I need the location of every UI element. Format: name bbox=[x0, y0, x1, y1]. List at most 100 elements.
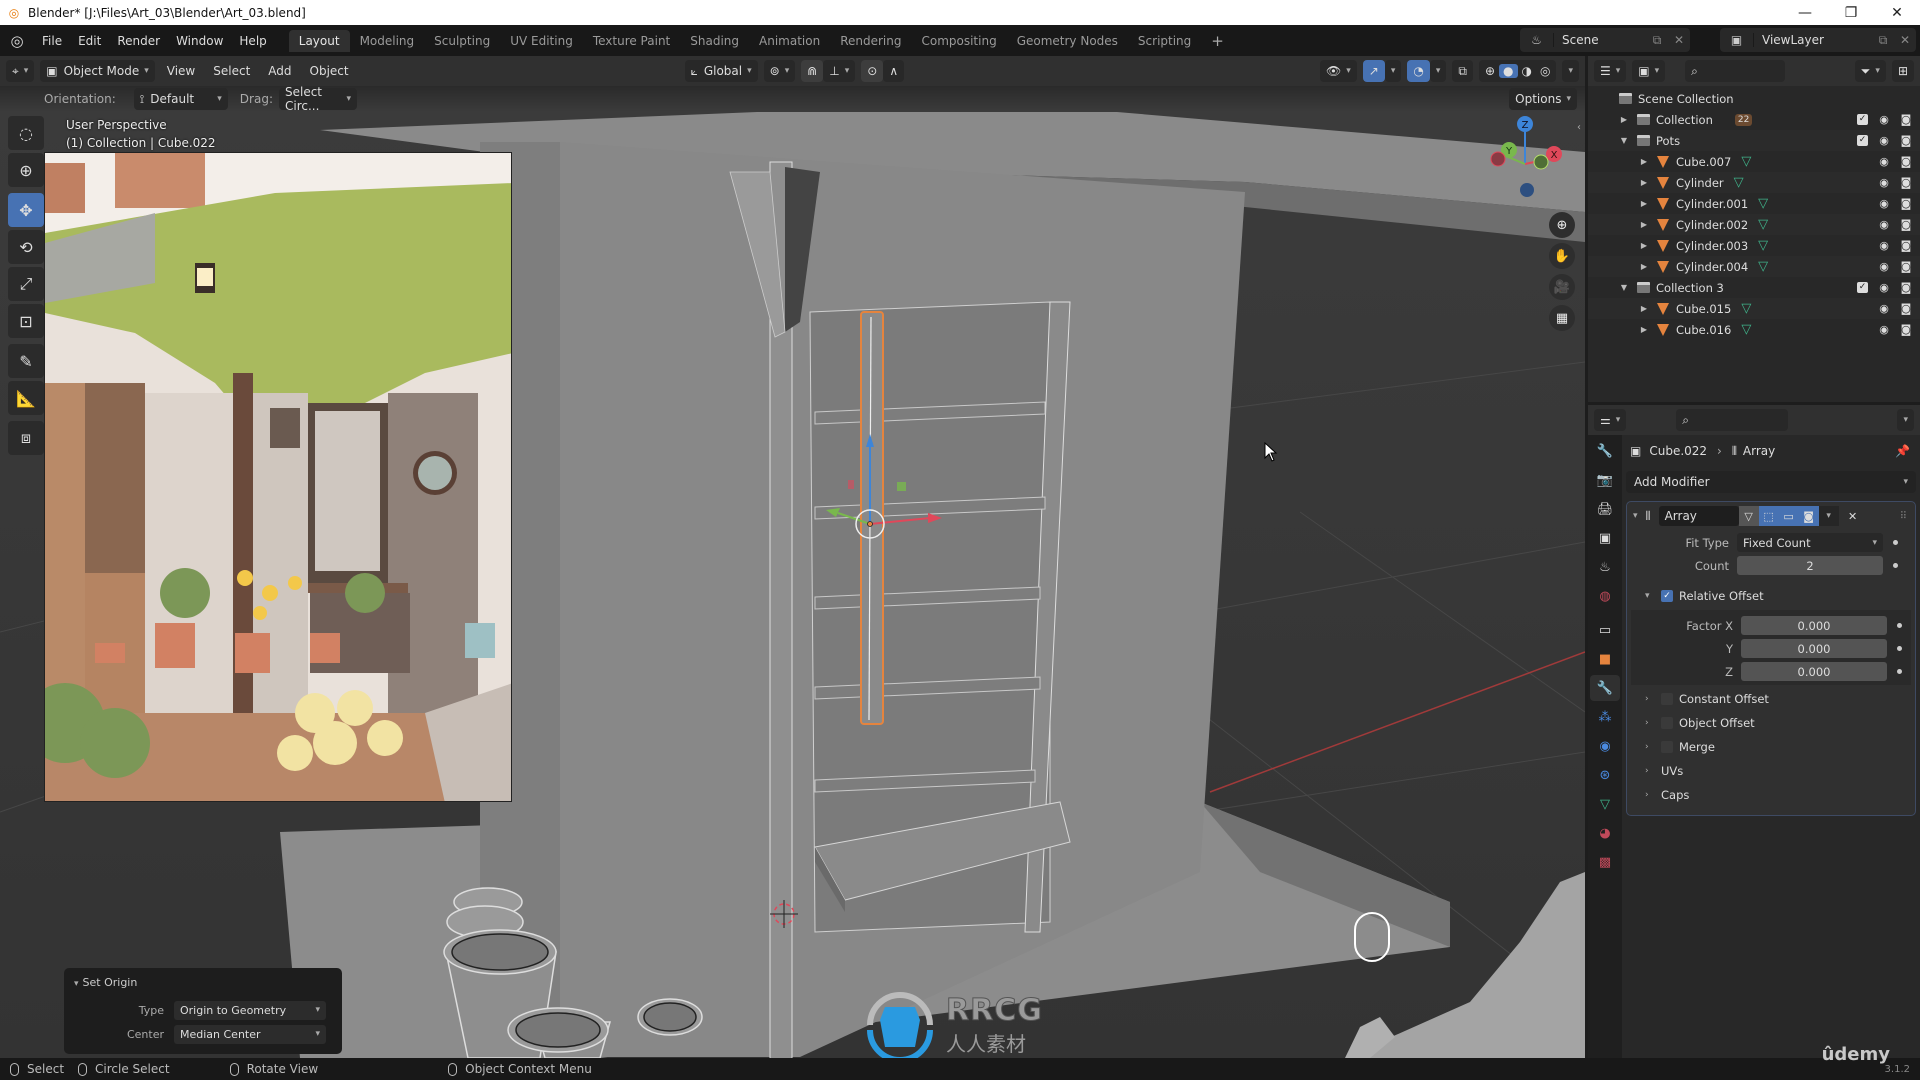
keyframe-dot-icon[interactable] bbox=[1893, 540, 1898, 545]
tool-cursor[interactable]: ⊕ bbox=[8, 153, 44, 187]
menu-object[interactable]: Object bbox=[304, 60, 355, 82]
properties-editor-type[interactable]: ⚌ ▾ bbox=[1594, 409, 1627, 431]
material-shading-button[interactable]: ◑ bbox=[1518, 64, 1536, 78]
eye-icon[interactable]: ◉ bbox=[1878, 134, 1890, 147]
edit-mode-toggle[interactable]: ⬚ bbox=[1758, 506, 1779, 526]
view-layer-selector[interactable]: ▣ ViewLayer ⧉ ✕ bbox=[1720, 28, 1916, 52]
navigation-gizmo[interactable]: Z X Y ⊕ ✋ 🎥 ▦ bbox=[1465, 112, 1585, 362]
drag-dropdown[interactable]: Select Circ... ▾ bbox=[278, 85, 357, 113]
overlays-toggle[interactable]: ◔ bbox=[1407, 60, 1430, 82]
eye-icon[interactable]: ◉ bbox=[1878, 302, 1890, 315]
scene-remove-icon[interactable]: ✕ bbox=[1668, 33, 1690, 47]
drag-handle-icon[interactable]: ⠿ bbox=[1900, 511, 1907, 522]
tab-sculpting[interactable]: Sculpting bbox=[424, 30, 500, 52]
gizmo-toggle[interactable]: ↗ bbox=[1362, 60, 1385, 82]
tab-output[interactable]: 🖨 bbox=[1590, 496, 1620, 522]
menu-add[interactable]: Add bbox=[262, 60, 297, 82]
render-camera-icon[interactable]: ◙ bbox=[1900, 155, 1912, 168]
expand-icon[interactable]: › bbox=[1645, 766, 1655, 776]
eye-icon[interactable]: ◉ bbox=[1878, 218, 1890, 231]
menu-view[interactable]: View bbox=[161, 60, 201, 82]
subpanel-constant-offset[interactable]: › Constant Offset bbox=[1627, 687, 1915, 711]
keyframe-dot-icon[interactable] bbox=[1897, 623, 1902, 628]
tab-modeling[interactable]: Modeling bbox=[350, 30, 425, 52]
tool-add-cube[interactable]: ⧈ bbox=[8, 421, 44, 455]
eye-icon[interactable]: ◉ bbox=[1878, 113, 1890, 126]
overlays-dropdown[interactable]: ▾ bbox=[1429, 60, 1447, 82]
tab-scene[interactable]: ♨ bbox=[1590, 554, 1620, 580]
sidebar-toggle-icon[interactable]: ‹ bbox=[1577, 122, 1581, 133]
collapse-modifier-icon[interactable]: ▾ bbox=[1633, 511, 1638, 521]
gizmo-dropdown[interactable]: ▾ bbox=[1384, 60, 1402, 82]
relative-offset-checkbox[interactable]: ✓ bbox=[1661, 590, 1673, 602]
tab-layout[interactable]: Layout bbox=[288, 29, 350, 52]
view-layer-name[interactable]: ViewLayer bbox=[1754, 33, 1872, 47]
object-count-badge[interactable]: 22 bbox=[1734, 113, 1753, 126]
menu-file[interactable]: File bbox=[34, 34, 70, 48]
selected-object-cube-022[interactable] bbox=[860, 311, 884, 725]
minimize-button[interactable]: — bbox=[1782, 5, 1828, 21]
outliner-row[interactable]: ▶ Cylinder.002 ▽ ◉ ◙ bbox=[1588, 214, 1920, 235]
menu-select[interactable]: Select bbox=[207, 60, 256, 82]
exclude-checkbox[interactable]: ✓ bbox=[1857, 282, 1868, 293]
tab-texture-paint[interactable]: Texture Paint bbox=[583, 30, 680, 52]
view-layer-remove-icon[interactable]: ✕ bbox=[1894, 33, 1916, 47]
add-modifier-dropdown[interactable]: Add Modifier ▾ bbox=[1626, 471, 1916, 493]
collapsed-arrow-icon[interactable]: ▶ bbox=[1638, 199, 1650, 208]
mesh-data-icon[interactable]: ▽ bbox=[1734, 175, 1744, 190]
exclude-checkbox[interactable]: ✓ bbox=[1857, 135, 1868, 146]
fit-type-dropdown[interactable]: Fixed Count ▾ bbox=[1737, 533, 1883, 552]
edit-cage-toggle[interactable]: ▽ bbox=[1738, 506, 1759, 526]
orientation-dropdown[interactable]: ⟟ Default ▾ bbox=[133, 88, 228, 110]
new-collection-button[interactable]: ⊞ bbox=[1891, 60, 1914, 82]
tab-compositing[interactable]: Compositing bbox=[911, 30, 1006, 52]
menu-render[interactable]: Render bbox=[109, 34, 168, 48]
tab-shading[interactable]: Shading bbox=[680, 30, 749, 52]
eye-icon[interactable]: ◉ bbox=[1878, 323, 1890, 336]
tab-modifiers[interactable]: 🔧 bbox=[1590, 675, 1620, 701]
outliner-row[interactable]: ▶ Cube.016 ▽ ◉ ◙ bbox=[1588, 319, 1920, 340]
subpanel-merge[interactable]: › Merge bbox=[1627, 735, 1915, 759]
collapsed-arrow-icon[interactable]: ▶ bbox=[1638, 304, 1650, 313]
collapsed-arrow-icon[interactable]: ▶ bbox=[1638, 262, 1650, 271]
collapsed-arrow-icon[interactable]: ▶ bbox=[1638, 178, 1650, 187]
expand-icon[interactable]: › bbox=[1645, 790, 1655, 800]
expand-icon[interactable]: › bbox=[1645, 694, 1655, 704]
tab-scripting[interactable]: Scripting bbox=[1128, 30, 1201, 52]
options-dropdown[interactable]: Options ▾ bbox=[1509, 88, 1577, 110]
render-camera-icon[interactable]: ◙ bbox=[1900, 281, 1912, 294]
modifier-name-field[interactable]: Array bbox=[1658, 506, 1739, 526]
collapsed-arrow-icon[interactable]: ▶ bbox=[1638, 220, 1650, 229]
eye-icon[interactable]: ◉ bbox=[1878, 197, 1890, 210]
exclude-checkbox[interactable]: ✓ bbox=[1857, 114, 1868, 125]
close-button[interactable]: ✕ bbox=[1874, 5, 1920, 21]
tool-select-circle[interactable]: ◌ bbox=[8, 116, 44, 150]
scene-name[interactable]: Scene bbox=[1554, 33, 1646, 47]
remove-modifier-button[interactable]: ✕ bbox=[1843, 506, 1863, 526]
last-operator-header[interactable]: ▾ Set Origin bbox=[64, 968, 342, 997]
add-workspace-button[interactable]: + bbox=[1201, 28, 1234, 54]
outliner-row[interactable]: ▶ Cylinder.003 ▽ ◉ ◙ bbox=[1588, 235, 1920, 256]
eye-icon[interactable]: ◉ bbox=[1878, 176, 1890, 189]
tab-animation[interactable]: Animation bbox=[749, 30, 830, 52]
render-camera-icon[interactable]: ◙ bbox=[1900, 176, 1912, 189]
origin-type-dropdown[interactable]: Origin to Geometry ▾ bbox=[174, 1000, 326, 1020]
3d-viewport[interactable]: ◌ ⊕ ✥ ⟲ ⤢ ⊡ ✎ 📐 ⧈ User Perspective (1) C… bbox=[0, 112, 1585, 1058]
solid-shading-button[interactable]: ● bbox=[1499, 64, 1518, 78]
menu-help[interactable]: Help bbox=[231, 34, 274, 48]
subpanel-caps[interactable]: › Caps bbox=[1627, 783, 1915, 807]
tab-particles[interactable]: ⁂ bbox=[1590, 704, 1620, 730]
mesh-data-icon[interactable]: ▽ bbox=[1741, 322, 1751, 337]
view-layer-new-icon[interactable]: ⧉ bbox=[1872, 33, 1894, 48]
camera-view-button[interactable]: 🎥 bbox=[1549, 274, 1575, 300]
collapsed-arrow-icon[interactable]: ▶ bbox=[1638, 325, 1650, 334]
zoom-view-button[interactable]: ⊕ bbox=[1549, 212, 1575, 238]
merge-checkbox[interactable] bbox=[1661, 741, 1673, 753]
outliner-editor-type[interactable]: ☰ ▾ bbox=[1594, 60, 1627, 82]
tab-texture[interactable]: ▩ bbox=[1590, 849, 1620, 875]
mesh-data-icon[interactable]: ▽ bbox=[1758, 217, 1768, 232]
tool-transform[interactable]: ⊡ bbox=[8, 304, 44, 338]
expand-icon[interactable]: › bbox=[1645, 718, 1655, 728]
mesh-data-icon[interactable]: ▽ bbox=[1758, 196, 1768, 211]
outliner-search[interactable]: ⌕ bbox=[1685, 60, 1786, 82]
